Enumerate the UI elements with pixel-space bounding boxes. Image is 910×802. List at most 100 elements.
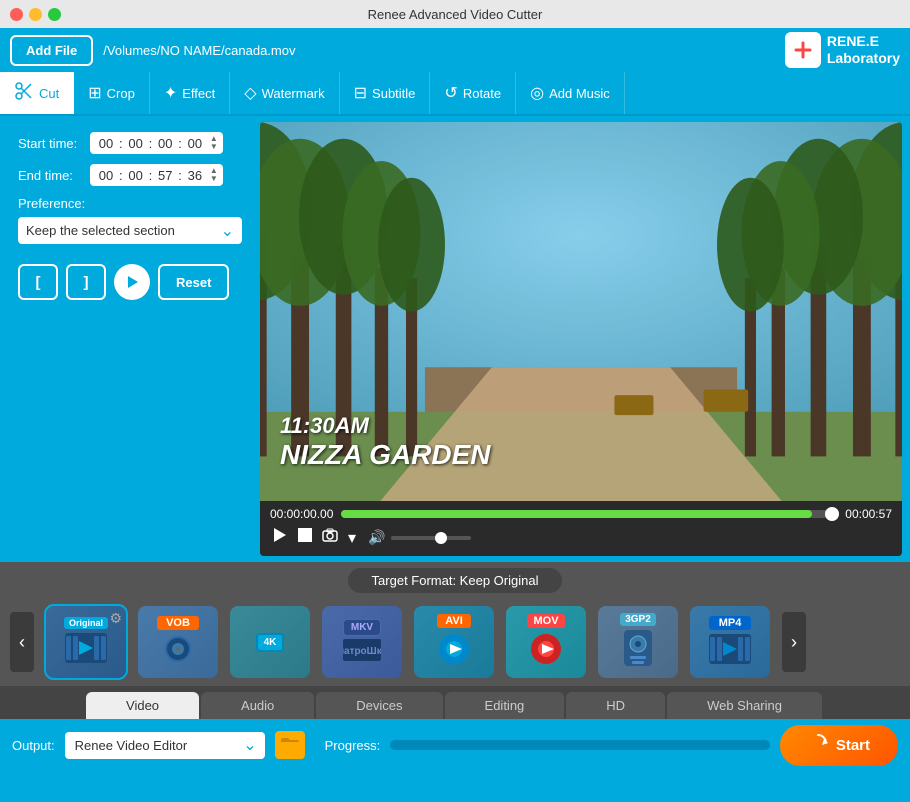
progress-bar[interactable] bbox=[341, 510, 837, 518]
control-buttons: ▾ 🔊 bbox=[270, 525, 892, 550]
progress-fill bbox=[341, 510, 812, 518]
toolbar-item-subtitle[interactable]: ⊟ Subtitle bbox=[340, 72, 431, 114]
video-controls: 00:00:00.00 00:00:57 bbox=[260, 501, 902, 556]
progress-thumb bbox=[825, 507, 839, 521]
start-second[interactable]: 00 bbox=[154, 136, 176, 151]
scroll-left-button[interactable]: ‹ bbox=[10, 612, 34, 672]
progress-track bbox=[390, 740, 770, 750]
toolbar-crop-label: Crop bbox=[107, 86, 135, 101]
toolbar-item-rotate[interactable]: ↺ Rotate bbox=[430, 72, 516, 114]
header-bar: Add File /Volumes/NO NAME/canada.mov REN… bbox=[0, 28, 910, 72]
video-preview: 11:30AM NIZZA GARDEN 00:00:00.00 00:00:5… bbox=[260, 122, 902, 556]
preference-label: Preference: bbox=[18, 196, 242, 211]
action-buttons: [ ] Reset bbox=[18, 264, 242, 300]
tab-editing[interactable]: Editing bbox=[445, 692, 565, 719]
format-item-mp4[interactable]: MP4 bbox=[690, 606, 770, 678]
output-select[interactable]: Renee Video Editor bbox=[65, 732, 265, 759]
format-icon-mp4[interactable]: MP4 bbox=[690, 606, 770, 678]
end-second[interactable]: 57 bbox=[154, 168, 176, 183]
tab-video[interactable]: Video bbox=[86, 692, 199, 719]
start-time-spinner[interactable]: ▲ ▼ bbox=[210, 135, 218, 151]
format-icon-vob[interactable]: VOB bbox=[138, 606, 218, 678]
more-button[interactable]: ▾ bbox=[346, 526, 358, 550]
volume-icon: 🔊 bbox=[368, 529, 385, 546]
target-format-bar: Target Format: Keep Original bbox=[0, 562, 910, 598]
start-time-row: Start time: 00 : 00 : 00 : 00 ▲ ▼ bbox=[18, 132, 242, 154]
preview-play-button[interactable] bbox=[114, 264, 150, 300]
format-item-avi[interactable]: AVI bbox=[414, 606, 494, 678]
format-icon-mp4-4k[interactable]: 4K bbox=[230, 606, 310, 678]
end-time-spinner[interactable]: ▲ ▼ bbox=[210, 167, 218, 183]
window-controls[interactable] bbox=[10, 8, 61, 21]
play-button[interactable] bbox=[270, 525, 290, 550]
logo-icon bbox=[785, 32, 821, 68]
preference-select[interactable]: Keep the selected section Remove the sel… bbox=[18, 217, 242, 244]
toolbar-item-effect[interactable]: ✦ Effect bbox=[150, 72, 230, 114]
video-location-text: NIZZA GARDEN bbox=[280, 439, 491, 471]
end-minute[interactable]: 00 bbox=[125, 168, 147, 183]
toolbar-item-watermark[interactable]: ◇ Watermark bbox=[230, 72, 339, 114]
preference-select-wrap[interactable]: Keep the selected section Remove the sel… bbox=[18, 217, 242, 244]
progress-label: Progress: bbox=[325, 738, 381, 753]
end-hour[interactable]: 00 bbox=[95, 168, 117, 183]
stop-button[interactable] bbox=[296, 526, 314, 549]
tab-audio[interactable]: Audio bbox=[201, 692, 314, 719]
format-tabs: Video Audio Devices Editing HD Web Shari… bbox=[0, 686, 910, 719]
format-item-vob[interactable]: VOB bbox=[138, 606, 218, 678]
set-start-button[interactable]: [ bbox=[18, 264, 58, 300]
format-icon-avi[interactable]: AVI bbox=[414, 606, 494, 678]
volume-row: 🔊 bbox=[368, 529, 471, 546]
format-icon-3gp2[interactable]: 3GP2 bbox=[598, 606, 678, 678]
set-end-button[interactable]: ] bbox=[66, 264, 106, 300]
format-item-original[interactable]: ⚙ Original bbox=[46, 606, 126, 678]
add-file-button[interactable]: Add File bbox=[10, 35, 93, 66]
start-button[interactable]: Start bbox=[780, 725, 898, 766]
maximize-button[interactable] bbox=[48, 8, 61, 21]
volume-track[interactable] bbox=[391, 536, 471, 540]
start-hour[interactable]: 00 bbox=[95, 136, 117, 151]
format-item-3gp2[interactable]: 3GP2 bbox=[598, 606, 678, 678]
close-button[interactable] bbox=[10, 8, 23, 21]
start-minute[interactable]: 00 bbox=[125, 136, 147, 151]
end-ms[interactable]: 36 bbox=[184, 168, 206, 183]
minimize-button[interactable] bbox=[29, 8, 42, 21]
end-time-input[interactable]: 00 : 00 : 57 : 36 ▲ ▼ bbox=[90, 164, 223, 186]
screenshot-button[interactable] bbox=[320, 526, 340, 549]
end-time-label: End time: bbox=[18, 168, 90, 183]
scissors-icon bbox=[14, 81, 34, 106]
reset-button[interactable]: Reset bbox=[158, 264, 229, 300]
music-icon: ◎ bbox=[530, 83, 544, 103]
toolbar-subtitle-label: Subtitle bbox=[372, 86, 415, 101]
toolbar-item-cut[interactable]: Cut bbox=[0, 72, 74, 114]
left-panel: Start time: 00 : 00 : 00 : 00 ▲ ▼ End ti… bbox=[8, 122, 252, 556]
file-path: /Volumes/NO NAME/canada.mov bbox=[103, 43, 775, 58]
gear-icon[interactable]: ⚙ bbox=[109, 610, 122, 627]
format-item-mov[interactable]: MOV bbox=[506, 606, 586, 678]
output-select-wrap[interactable]: Renee Video Editor bbox=[65, 732, 265, 759]
format-icon-mov[interactable]: MOV bbox=[506, 606, 586, 678]
format-icon-original[interactable]: ⚙ Original bbox=[46, 606, 126, 678]
current-time: 00:00:00.00 bbox=[270, 507, 333, 521]
folder-button[interactable] bbox=[275, 731, 305, 759]
video-time-text: 11:30AM bbox=[280, 413, 491, 439]
rotate-icon: ↺ bbox=[444, 83, 457, 103]
toolbar-cut-label: Cut bbox=[39, 86, 59, 101]
tab-devices[interactable]: Devices bbox=[316, 692, 442, 719]
logo-text: RENE.E Laboratory bbox=[827, 33, 900, 67]
toolbar-item-add-music[interactable]: ◎ Add Music bbox=[516, 72, 625, 114]
main-area: Start time: 00 : 00 : 00 : 00 ▲ ▼ End ti… bbox=[0, 116, 910, 562]
effect-icon: ✦ bbox=[164, 83, 177, 103]
format-item-mp4-4k[interactable]: 4K bbox=[230, 606, 310, 678]
format-icon-mkv[interactable]: MKV матроШка bbox=[322, 606, 402, 678]
tab-hd[interactable]: HD bbox=[566, 692, 665, 719]
tab-web-sharing[interactable]: Web Sharing bbox=[667, 692, 822, 719]
scroll-right-button[interactable]: › bbox=[782, 612, 806, 672]
toolbar-item-crop[interactable]: ⊞ Crop bbox=[74, 72, 150, 114]
start-ms[interactable]: 00 bbox=[184, 136, 206, 151]
start-time-input[interactable]: 00 : 00 : 00 : 00 ▲ ▼ bbox=[90, 132, 223, 154]
format-item-mkv[interactable]: MKV матроШка bbox=[322, 606, 402, 678]
start-label: Start bbox=[836, 737, 870, 754]
progress-row: 00:00:00.00 00:00:57 bbox=[270, 507, 892, 521]
format-area: ‹ ⚙ Original bbox=[0, 598, 910, 686]
toolbar-music-label: Add Music bbox=[549, 86, 610, 101]
